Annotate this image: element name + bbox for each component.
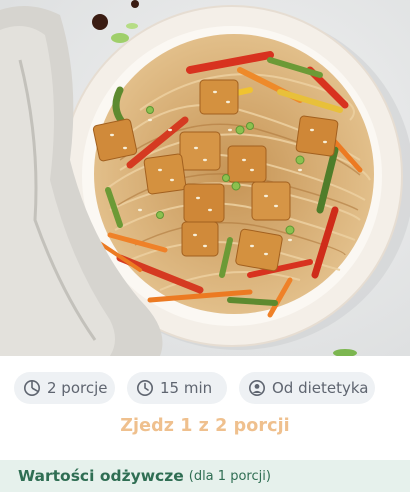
nutrition-title: Wartości odżywcze: [18, 467, 184, 485]
portions-label: 2 porcje: [47, 379, 108, 397]
source-label: Od dietetyka: [272, 379, 369, 397]
nutrition-subtitle: (dla 1 porcji): [188, 468, 271, 484]
time-chip[interactable]: 15 min: [127, 372, 227, 404]
nutrition-section-header[interactable]: Wartości odżywcze (dla 1 porcji): [0, 460, 410, 492]
source-chip[interactable]: Od dietetyka: [239, 372, 375, 404]
pie-chart-icon: [23, 379, 41, 397]
recipe-info: 2 porcje 15 min Od dietetyka Zjedz 1 z 2…: [0, 356, 410, 460]
user-circle-icon: [248, 379, 266, 397]
recipe-photo: [0, 0, 410, 356]
portions-chip[interactable]: 2 porcje: [14, 372, 115, 404]
eat-portions-link[interactable]: Zjedz 1 z 2 porcji: [0, 416, 410, 436]
time-label: 15 min: [160, 379, 213, 397]
clock-icon: [136, 379, 154, 397]
